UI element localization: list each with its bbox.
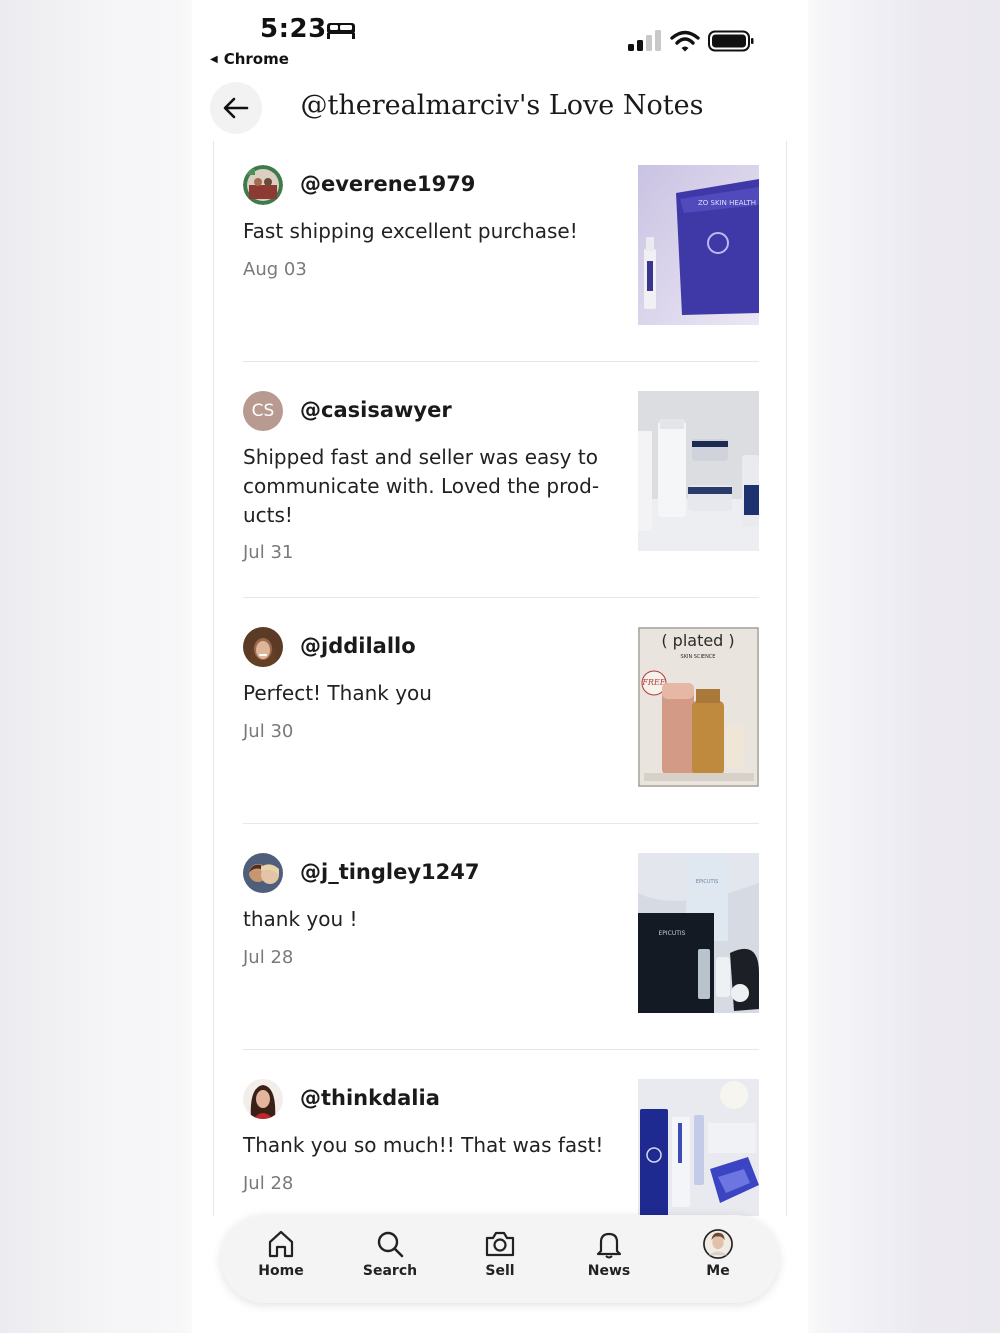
avatar[interactable] xyxy=(243,627,283,667)
nav-me[interactable]: Me xyxy=(673,1229,763,1279)
note-date: Jul 31 xyxy=(243,542,294,563)
note-date: Jul 30 xyxy=(243,721,294,742)
bottom-navigation: Home Search Sell News Me xyxy=(221,1215,779,1303)
arrow-left-icon xyxy=(223,97,249,119)
plated-sublabel: SKIN SCIENCE xyxy=(681,654,716,660)
nav-news[interactable]: News xyxy=(564,1229,654,1279)
profile-avatar xyxy=(703,1229,733,1259)
listing-thumbnail[interactable]: EPICUTIS EPICUTIS xyxy=(638,853,759,1013)
list-item[interactable]: @j_tingley1247 thank you ! Jul 28 EPICUT… xyxy=(243,853,759,1050)
epicutis-pack-label: EPICUTIS xyxy=(658,930,685,937)
avatar[interactable] xyxy=(243,165,283,205)
camera-icon xyxy=(485,1231,515,1257)
note-message: Fast shipping excellent purchase! xyxy=(243,219,578,243)
avatar[interactable] xyxy=(243,853,283,893)
nav-home[interactable]: Home xyxy=(236,1229,326,1279)
divider xyxy=(243,1049,759,1050)
note-username[interactable]: @jddilallo xyxy=(300,634,416,658)
divider xyxy=(243,823,759,824)
status-bar: 5:23 ◀ Chrome xyxy=(192,0,808,80)
avatar-initials: CS xyxy=(251,401,275,421)
note-date: Aug 03 xyxy=(243,259,307,280)
sleep-focus-icon xyxy=(327,23,355,39)
note-message: Thank you so much!! That was fast! xyxy=(243,1133,604,1157)
phone-screen: 5:23 ◀ Chrome @therealmarciv's Love Note… xyxy=(192,0,808,1333)
love-notes-list[interactable]: @everene1979 Fast shipping excellent pur… xyxy=(213,141,787,1216)
note-username[interactable]: @thinkdalia xyxy=(300,1086,440,1110)
zo-label: ZO SKIN HEALTH xyxy=(698,199,756,207)
avatar-photo xyxy=(243,165,283,205)
bell-icon xyxy=(596,1232,622,1259)
list-item[interactable]: CS @casisawyer Shipped fast and seller w… xyxy=(243,391,759,598)
note-message: Shipped fast and seller was easy to comm… xyxy=(243,445,600,527)
note-message: Perfect! Thank you xyxy=(243,681,432,705)
note-date: Jul 28 xyxy=(243,947,294,968)
list-item[interactable]: @jddilallo Perfect! Thank you Jul 30 ( p… xyxy=(243,627,759,824)
avatar-photo xyxy=(243,627,283,667)
note-date: Jul 28 xyxy=(243,1173,294,1194)
battery-icon xyxy=(708,30,754,52)
back-button[interactable] xyxy=(210,82,262,134)
status-time: 5:23 xyxy=(260,14,327,44)
divider xyxy=(243,361,759,362)
note-message: thank you ! xyxy=(243,907,358,931)
note-username[interactable]: @casisawyer xyxy=(300,398,452,422)
page-header: @therealmarciv's Love Notes xyxy=(192,80,808,138)
home-icon xyxy=(268,1230,294,1258)
listing-thumbnail[interactable] xyxy=(638,391,759,551)
avatar[interactable]: CS xyxy=(243,391,283,431)
back-app-label: Chrome xyxy=(223,50,289,68)
cellular-signal-icon xyxy=(628,30,661,51)
avatar[interactable] xyxy=(243,1079,283,1119)
nav-sell-label: Sell xyxy=(485,1263,515,1279)
nav-sell[interactable]: Sell xyxy=(455,1229,545,1279)
list-item[interactable]: @everene1979 Fast shipping excellent pur… xyxy=(243,165,759,362)
free-label: FREE xyxy=(641,678,665,687)
back-to-app-link[interactable]: ◀ Chrome xyxy=(210,50,289,68)
page-title: @therealmarciv's Love Notes xyxy=(300,90,704,121)
nav-me-label: Me xyxy=(706,1263,730,1279)
search-icon xyxy=(377,1231,404,1258)
note-username[interactable]: @everene1979 xyxy=(300,172,475,196)
nav-search[interactable]: Search xyxy=(345,1229,435,1279)
note-username[interactable]: @j_tingley1247 xyxy=(300,860,480,884)
listing-thumbnail[interactable]: ( plated ) SKIN SCIENCE FREE xyxy=(638,627,759,787)
wifi-icon xyxy=(670,30,700,52)
avatar-photo xyxy=(243,1079,283,1119)
divider xyxy=(243,597,759,598)
listing-thumbnail[interactable]: ZO SKIN HEALTH xyxy=(638,165,759,325)
avatar-photo xyxy=(243,853,283,893)
list-item[interactable]: @thinkdalia Thank you so much!! That was… xyxy=(243,1079,759,1216)
back-triangle-icon: ◀ xyxy=(210,54,218,65)
plated-label: ( plated ) xyxy=(661,631,734,650)
nav-search-label: Search xyxy=(362,1263,418,1279)
nav-home-label: Home xyxy=(258,1263,304,1279)
nav-news-label: News xyxy=(587,1263,631,1279)
listing-thumbnail[interactable] xyxy=(638,1079,759,1216)
epicutis-box-label: EPICUTIS xyxy=(696,879,719,885)
